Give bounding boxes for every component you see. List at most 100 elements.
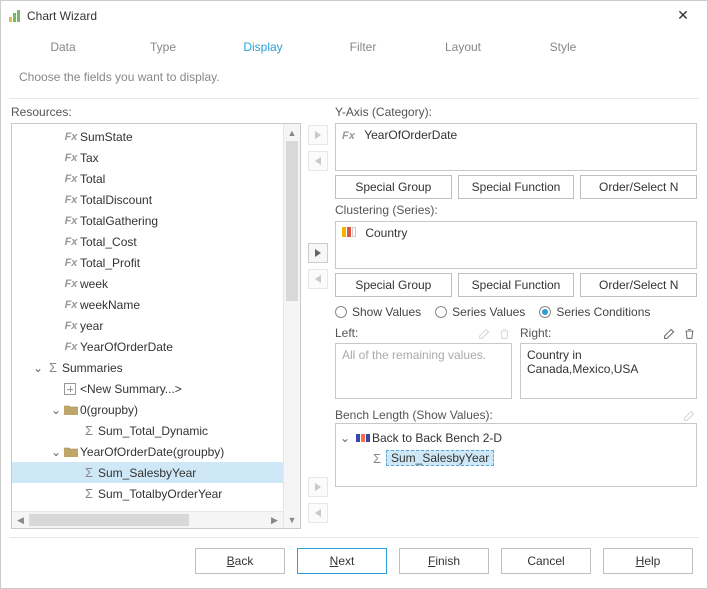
- right-delete-icon[interactable]: [681, 325, 697, 341]
- left-values-box[interactable]: All of the remaining values.: [335, 343, 512, 399]
- yaxis-field-box[interactable]: Fx YearOfOrderDate: [335, 123, 697, 171]
- bench-remove-button[interactable]: [308, 503, 328, 523]
- tree-item[interactable]: Fxyear: [12, 315, 300, 336]
- radio-show-values[interactable]: Show Values: [335, 305, 421, 319]
- yaxis-special-group-button[interactable]: Special Group: [335, 175, 452, 199]
- tree-item-label: TotalDiscount: [80, 193, 152, 207]
- country-chip-icon: [342, 227, 356, 237]
- fx-icon: Fx: [62, 236, 80, 248]
- tree-item-label: YearOfOrderDate(groupby): [80, 445, 224, 459]
- window-title: Chart Wizard: [27, 9, 97, 23]
- clustering-special-function-button[interactable]: Special Function: [458, 273, 575, 297]
- tree-item[interactable]: ⌄ΣSummaries: [12, 357, 300, 378]
- bench-label: Bench Length (Show Values):: [335, 408, 493, 422]
- bench-box[interactable]: ⌄ Back to Back Bench 2-D Σ Sum_SalesbyYe…: [335, 423, 697, 487]
- clustering-special-group-button[interactable]: Special Group: [335, 273, 452, 297]
- tree-item-label: Sum_TotalbyOrderYear: [98, 487, 222, 501]
- tab-type[interactable]: Type: [113, 34, 213, 64]
- sigma-icon: Σ: [44, 360, 62, 375]
- chevron-down-icon[interactable]: ⌄: [340, 431, 354, 445]
- tree-item[interactable]: FxSumState: [12, 126, 300, 147]
- twisty-icon[interactable]: ⌄: [32, 361, 44, 375]
- yaxis-order-select-button[interactable]: Order/Select N: [580, 175, 697, 199]
- sigma-icon: Σ: [80, 486, 98, 501]
- tree-item[interactable]: FxTotalGathering: [12, 210, 300, 231]
- right-values-box[interactable]: Country in Canada,Mexico,USA: [520, 343, 697, 399]
- tree-item[interactable]: ΣSum_SalesbyYear: [12, 462, 300, 483]
- tree-item[interactable]: FxweekName: [12, 294, 300, 315]
- tab-filter[interactable]: Filter: [313, 34, 413, 64]
- fx-icon: Fx: [62, 257, 80, 269]
- fx-icon: Fx: [62, 299, 80, 311]
- right-edit-icon[interactable]: [661, 325, 677, 341]
- tree-item[interactable]: FxTotal: [12, 168, 300, 189]
- tab-style[interactable]: Style: [513, 34, 613, 64]
- left-edit-icon[interactable]: [476, 325, 492, 341]
- tree-item[interactable]: <New Summary...>: [12, 378, 300, 399]
- bench-item-row[interactable]: Σ Sum_SalesbyYear: [340, 448, 692, 468]
- close-icon[interactable]: ✕: [669, 7, 697, 24]
- clustering-field-box[interactable]: Country: [335, 221, 697, 269]
- clustering-field: Country: [365, 226, 407, 240]
- tree-item[interactable]: FxTotal_Profit: [12, 252, 300, 273]
- twisty-icon[interactable]: ⌄: [50, 445, 62, 459]
- help-button[interactable]: Help: [603, 548, 693, 574]
- tree-item[interactable]: FxTax: [12, 147, 300, 168]
- finish-button[interactable]: Finish: [399, 548, 489, 574]
- fx-icon: Fx: [62, 131, 80, 143]
- bench-group-row[interactable]: ⌄ Back to Back Bench 2-D: [340, 428, 692, 448]
- tab-data[interactable]: Data: [13, 34, 113, 64]
- scroll-thumb-v[interactable]: [286, 141, 298, 301]
- yaxis-add-button[interactable]: [308, 125, 328, 145]
- clustering-add-button[interactable]: [308, 243, 328, 263]
- radio-series-conditions[interactable]: Series Conditions: [539, 305, 650, 319]
- radio-series-values[interactable]: Series Values: [435, 305, 525, 319]
- twisty-icon[interactable]: ⌄: [50, 403, 62, 417]
- scroll-right-icon[interactable]: ▶: [266, 512, 283, 528]
- yaxis-field: YearOfOrderDate: [364, 128, 457, 142]
- scroll-down-icon[interactable]: ▼: [284, 511, 300, 528]
- right-value: Country in Canada,Mexico,USA: [527, 348, 638, 376]
- app-icon: [9, 10, 21, 22]
- bench-edit-icon[interactable]: [681, 407, 697, 423]
- tree-item[interactable]: FxTotal_Cost: [12, 231, 300, 252]
- transfer-arrows: [307, 105, 329, 529]
- scroll-up-icon[interactable]: ▲: [284, 124, 300, 141]
- bench-group-label: Back to Back Bench 2-D: [372, 431, 502, 445]
- next-button[interactable]: Next: [297, 548, 387, 574]
- tree-item[interactable]: FxYearOfOrderDate: [12, 336, 300, 357]
- cancel-button[interactable]: Cancel: [501, 548, 591, 574]
- fx-icon: Fx: [62, 320, 80, 332]
- tree-item-label: <New Summary...>: [80, 382, 182, 396]
- back-button[interactable]: Back: [195, 548, 285, 574]
- tab-layout[interactable]: Layout: [413, 34, 513, 64]
- right-label: Right:: [520, 326, 551, 340]
- tab-display[interactable]: Display: [213, 34, 313, 64]
- clustering-order-select-button[interactable]: Order/Select N: [580, 273, 697, 297]
- resources-label: Resources:: [11, 105, 301, 119]
- tree-item[interactable]: ⌄ YearOfOrderDate(groupby): [12, 441, 300, 462]
- titlebar: Chart Wizard ✕: [1, 1, 707, 30]
- tree-item[interactable]: Fxweek: [12, 273, 300, 294]
- scroll-left-icon[interactable]: ◀: [12, 512, 29, 528]
- bench-add-button[interactable]: [308, 477, 328, 497]
- left-placeholder: All of the remaining values.: [342, 348, 486, 362]
- tree-item[interactable]: ⌄0(groupby): [12, 399, 300, 420]
- yaxis-special-function-button[interactable]: Special Function: [458, 175, 575, 199]
- clustering-label: Clustering (Series):: [335, 203, 697, 217]
- resources-tree[interactable]: FxSumStateFxTaxFxTotalFxTotalDiscountFxT…: [11, 123, 301, 529]
- tree-item-label: Sum_Total_Dynamic: [98, 424, 208, 438]
- scrollbar-vertical[interactable]: ▲ ▼: [283, 124, 300, 528]
- fx-icon: Fx: [62, 215, 80, 227]
- tree-item[interactable]: FxTotalDiscount: [12, 189, 300, 210]
- tree-item[interactable]: ΣSum_TotalbyOrderYear: [12, 483, 300, 504]
- tree-item[interactable]: ΣSum_Total_Dynamic: [12, 420, 300, 441]
- series-radio-group: Show Values Series Values Series Conditi…: [335, 305, 697, 319]
- left-delete-icon[interactable]: [496, 325, 512, 341]
- tree-item-label: TotalGathering: [80, 214, 158, 228]
- scroll-thumb-h[interactable]: [29, 514, 189, 526]
- clustering-remove-button[interactable]: [308, 269, 328, 289]
- yaxis-remove-button[interactable]: [308, 151, 328, 171]
- tree-item-label: Sum_SalesbyYear: [98, 466, 196, 480]
- scrollbar-horizontal[interactable]: ◀ ▶: [12, 511, 283, 528]
